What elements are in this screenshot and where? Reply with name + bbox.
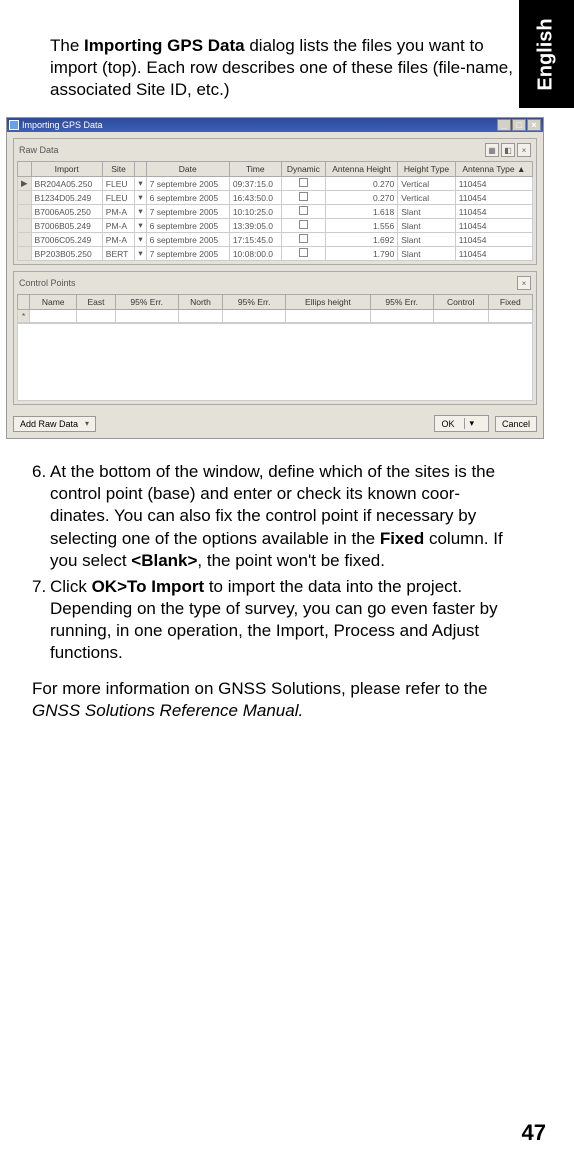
- close-button[interactable]: ×: [527, 119, 541, 131]
- restore-button[interactable]: □: [512, 119, 526, 131]
- raw-data-table: Import Site Date Time Dynamic Antenna He…: [17, 161, 533, 261]
- toolbar-icon-1[interactable]: ▦: [485, 143, 499, 157]
- ok-dropdown-icon[interactable]: ▾: [464, 418, 474, 429]
- step-6-blank: <Blank>: [131, 551, 197, 570]
- intro-paragraph: The Importing GPS Data dialog lists the …: [50, 35, 514, 101]
- add-raw-data-label: Add Raw Data: [20, 419, 78, 429]
- col-height-type[interactable]: Height Type: [398, 162, 456, 177]
- control-points-header-row: Name East 95% Err. North 95% Err. Ellips…: [18, 295, 533, 310]
- language-tab-label: English: [535, 18, 558, 90]
- dialog-window: Importing GPS Data _ □ × Raw Data ▦ ◧ ×: [6, 117, 544, 439]
- control-points-toolbar: ×: [517, 276, 531, 290]
- raw-data-rows: ▶BR204A05.250FLEU▾7 septembre 200509:37:…: [18, 177, 533, 261]
- table-row[interactable]: ▶BR204A05.250FLEU▾7 septembre 200509:37:…: [18, 177, 533, 191]
- col-antenna-type[interactable]: Antenna Type ▲: [455, 162, 532, 177]
- cp-col-fixed[interactable]: Fixed: [488, 295, 532, 310]
- step-7-t1: Click: [50, 577, 92, 596]
- step-6-t3: , the point won't be fixed.: [197, 551, 385, 570]
- closing-manual-name: GNSS Solutions Reference Manual.: [32, 701, 303, 720]
- control-points-thead: Name East 95% Err. North 95% Err. Ellips…: [18, 295, 533, 310]
- closing-text: For more information on GNSS Solutions, …: [32, 679, 487, 698]
- col-dynamic[interactable]: Dynamic: [281, 162, 325, 177]
- page-content: The Importing GPS Data dialog lists the …: [32, 35, 514, 722]
- control-points-empty-row[interactable]: *: [18, 310, 533, 323]
- ok-label: OK: [441, 419, 454, 429]
- raw-data-thead: Import Site Date Time Dynamic Antenna He…: [18, 162, 533, 177]
- col-date[interactable]: Date: [146, 162, 229, 177]
- cp-col-ellips[interactable]: Ellips height: [286, 295, 370, 310]
- step-7-okimport: OK>To Import: [92, 577, 205, 596]
- cp-col-selector: [18, 295, 30, 310]
- table-row[interactable]: B7006C05.249PM-A▾6 septembre 200517:15:4…: [18, 233, 533, 247]
- col-antenna-height[interactable]: Antenna Height: [325, 162, 397, 177]
- cancel-label: Cancel: [502, 419, 530, 429]
- window-buttons: _ □ ×: [497, 119, 541, 131]
- raw-data-header: Raw Data ▦ ◧ ×: [17, 142, 533, 161]
- dialog-screenshot: Importing GPS Data _ □ × Raw Data ▦ ◧ ×: [6, 117, 544, 439]
- cp-col-control[interactable]: Control: [433, 295, 488, 310]
- close-panel-icon[interactable]: ×: [517, 143, 531, 157]
- raw-data-label: Raw Data: [19, 145, 59, 155]
- footer-right-buttons: OK ▾ Cancel: [434, 415, 537, 432]
- titlebar: Importing GPS Data _ □ ×: [7, 118, 543, 132]
- table-row[interactable]: B7006A05.250PM-A▾7 septembre 200510:10:2…: [18, 205, 533, 219]
- step-list: 6. At the bottom of the window, define w…: [32, 461, 514, 664]
- control-points-rows: *: [18, 310, 533, 323]
- step-7: 7. Click OK>To Import to import the data…: [32, 576, 514, 664]
- cp-col-err2[interactable]: 95% Err.: [223, 295, 286, 310]
- col-selector: [18, 162, 32, 177]
- step-6-fixed: Fixed: [380, 529, 424, 548]
- page-number: 47: [522, 1120, 546, 1146]
- col-site[interactable]: Site: [102, 162, 135, 177]
- control-points-label: Control Points: [19, 278, 76, 288]
- ok-button[interactable]: OK ▾: [434, 415, 489, 432]
- dialog-footer: Add Raw Data OK ▾ Cancel: [7, 411, 543, 438]
- raw-data-panel: Raw Data ▦ ◧ × Import Site D: [13, 138, 537, 265]
- minimize-button[interactable]: _: [497, 119, 511, 131]
- col-import[interactable]: Import: [31, 162, 102, 177]
- cp-col-err1[interactable]: 95% Err.: [115, 295, 178, 310]
- control-points-header: Control Points ×: [17, 275, 533, 294]
- window-title: Importing GPS Data: [22, 120, 103, 130]
- table-row[interactable]: BP203B05.250BERT▾7 septembre 200510:08:0…: [18, 247, 533, 261]
- step-6-number: 6.: [32, 461, 50, 571]
- step-6: 6. At the bottom of the window, define w…: [32, 461, 514, 571]
- app-icon: [9, 120, 19, 130]
- col-site-dropdown[interactable]: [135, 162, 146, 177]
- raw-data-header-row: Import Site Date Time Dynamic Antenna He…: [18, 162, 533, 177]
- close-panel-icon[interactable]: ×: [517, 276, 531, 290]
- cp-col-north[interactable]: North: [178, 295, 222, 310]
- titlebar-left: Importing GPS Data: [9, 120, 103, 130]
- intro-dialog-name: Importing GPS Data: [84, 36, 245, 55]
- cp-col-err3[interactable]: 95% Err.: [370, 295, 433, 310]
- toolbar-icon-2[interactable]: ◧: [501, 143, 515, 157]
- col-time[interactable]: Time: [229, 162, 281, 177]
- cp-col-east[interactable]: East: [77, 295, 115, 310]
- step-7-text: Click OK>To Import to import the data in…: [50, 576, 514, 664]
- step-6-text: At the bottom of the window, define whic…: [50, 461, 514, 571]
- cp-col-name[interactable]: Name: [30, 295, 77, 310]
- intro-text-prefix: The: [50, 36, 84, 55]
- table-row[interactable]: B7006B05.249PM-A▾6 septembre 200513:39:0…: [18, 219, 533, 233]
- cancel-button[interactable]: Cancel: [495, 416, 537, 432]
- control-points-panel: Control Points × Name East 95% Err. Nort…: [13, 271, 537, 405]
- closing-paragraph: For more information on GNSS Solutions, …: [32, 678, 514, 722]
- language-tab: English: [519, 0, 574, 108]
- control-points-body: [17, 323, 533, 401]
- add-raw-data-button[interactable]: Add Raw Data: [13, 416, 96, 432]
- control-points-table: Name East 95% Err. North 95% Err. Ellips…: [17, 294, 533, 323]
- step-7-number: 7.: [32, 576, 50, 664]
- table-row[interactable]: B1234D05.249FLEU▾6 septembre 200516:43:5…: [18, 191, 533, 205]
- raw-data-toolbar: ▦ ◧ ×: [485, 143, 531, 157]
